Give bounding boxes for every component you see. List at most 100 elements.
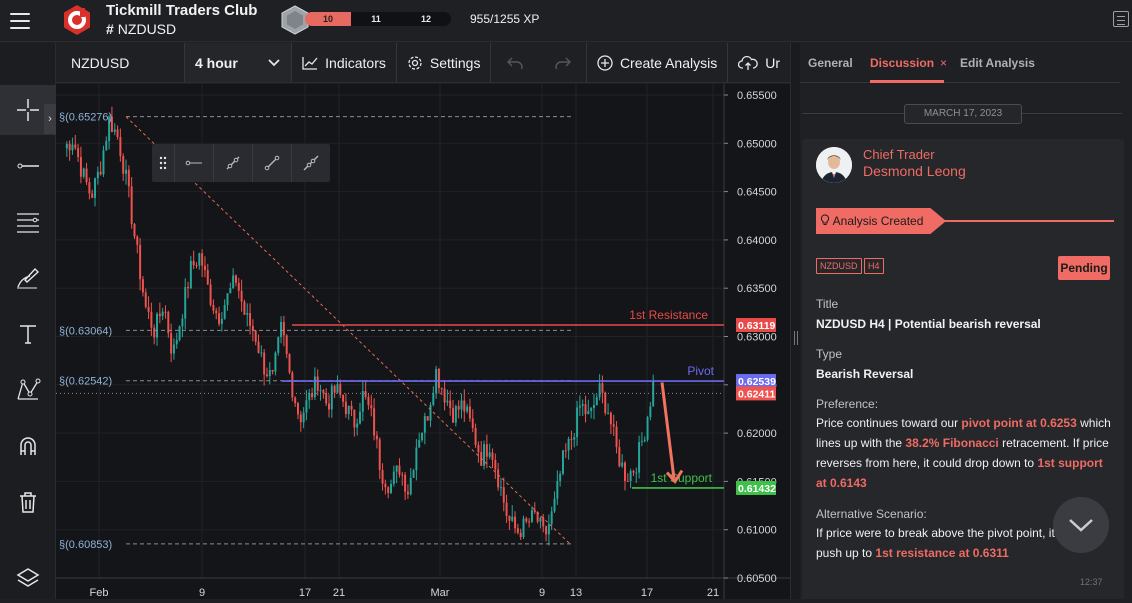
price-level-label: §(0.60853): [59, 539, 112, 551]
price-level-label: §(0.62542): [59, 376, 112, 388]
magnet-icon[interactable]: [0, 421, 56, 471]
candle-body: [178, 326, 181, 340]
candle-body: [607, 412, 610, 414]
candle-body: [468, 406, 471, 419]
candle-body: [609, 412, 612, 425]
candle-body: [395, 465, 398, 472]
trend-line-icon[interactable]: [213, 144, 252, 182]
xp-text: 955/1255 XP: [470, 12, 540, 26]
layers-icon[interactable]: [0, 553, 56, 603]
interval-label: 4 hour: [195, 54, 238, 71]
drag-handle-icon[interactable]: [152, 144, 174, 182]
candle-body: [116, 129, 119, 137]
candle-body: [125, 169, 128, 174]
tickmill-logo: [64, 5, 90, 35]
candle-body: [285, 335, 288, 355]
candle-body: [257, 341, 260, 353]
extended-line-icon[interactable]: [291, 144, 330, 182]
channel-name[interactable]: # NZDUSD: [106, 21, 176, 37]
candle-body: [260, 352, 263, 354]
text-tool-icon[interactable]: [0, 309, 56, 359]
candle-body: [364, 391, 367, 397]
candle-body: [598, 383, 601, 398]
candle-body: [446, 400, 449, 403]
candle-body: [203, 265, 206, 271]
candle-body: [592, 404, 595, 409]
indicators-button[interactable]: Indicators: [292, 43, 397, 82]
candle-body: [325, 392, 328, 404]
horizontal-line-icon[interactable]: [0, 141, 56, 191]
redo-button[interactable]: [539, 43, 587, 82]
pref-highlight-pivot: pivot point at 0.6253: [961, 416, 1077, 430]
candle-body: [294, 397, 297, 404]
create-analysis-button[interactable]: Create Analysis: [587, 43, 729, 82]
scroll-down-button[interactable]: [1053, 497, 1109, 553]
segment-line-icon[interactable]: [252, 144, 291, 182]
candle-body: [119, 136, 122, 156]
symbol-tag: NZDUSD: [816, 258, 862, 274]
avatar[interactable]: [816, 147, 852, 183]
symbol-selector[interactable]: NZDUSD: [56, 43, 185, 82]
candle-body: [375, 435, 378, 440]
panel-resize-handle[interactable]: [790, 43, 800, 599]
interval-dropdown[interactable]: 4 hour: [185, 43, 293, 82]
candle-body: [234, 275, 237, 283]
trash-icon[interactable]: [0, 477, 56, 527]
candle-body: [226, 293, 229, 305]
status-text: Analysis Created: [832, 214, 924, 228]
tab-edit-analysis[interactable]: Edit Analysis: [960, 56, 1035, 70]
symbol-label: NZDUSD: [71, 54, 130, 71]
tool-expander-arrow[interactable]: ›: [44, 104, 56, 134]
candle-body: [474, 428, 477, 445]
candle-body: [102, 150, 105, 175]
candle-body: [643, 439, 646, 442]
candle-body: [113, 129, 116, 132]
checklist-icon[interactable]: [1113, 11, 1129, 27]
candle-body: [449, 400, 452, 409]
tab-discussion[interactable]: Discussion ×: [870, 56, 947, 70]
candle-body: [390, 483, 392, 494]
candle-body: [184, 287, 187, 319]
pattern-icon[interactable]: [0, 365, 56, 415]
menu-icon[interactable]: [8, 10, 32, 32]
close-icon[interactable]: ×: [940, 56, 947, 70]
candle-body: [621, 462, 624, 467]
candle-body: [488, 452, 491, 457]
candle-body: [570, 438, 573, 440]
brush-icon[interactable]: [0, 253, 56, 303]
xp-progress-bar: 10 11 12: [305, 12, 451, 26]
candle-body: [423, 416, 426, 433]
lightbulb-icon: [820, 214, 830, 225]
candle-body: [573, 437, 576, 440]
projection-arrow-line: [660, 382, 676, 479]
author-name[interactable]: Desmond Leong: [863, 163, 966, 179]
candle-body: [198, 253, 201, 266]
candle-body: [429, 404, 432, 421]
undo-button[interactable]: [491, 43, 539, 82]
candle-body: [353, 409, 356, 428]
price-chart[interactable]: 0.65500 0.65000 0.64500 0.64000 0.63500 0.630…: [56, 84, 790, 599]
candle-body: [265, 374, 268, 377]
candle-body: [584, 404, 587, 415]
active-tab-indicator: [870, 80, 944, 83]
upload-button[interactable]: Ur: [728, 43, 790, 82]
candle-body: [477, 444, 480, 453]
candle-body: [494, 459, 497, 470]
price-level-label: §(0.65276): [59, 112, 112, 124]
candle-body: [246, 313, 249, 315]
ray-line-icon[interactable]: [174, 144, 213, 182]
fib-levels-icon[interactable]: [0, 197, 56, 247]
tab-general[interactable]: General: [808, 56, 853, 70]
candle-body: [91, 193, 94, 198]
x-tick-label: 13: [570, 587, 582, 599]
candle-body: [491, 452, 494, 460]
candle-body: [421, 432, 424, 441]
settings-button[interactable]: Settings: [397, 43, 492, 82]
candle-body: [94, 178, 96, 198]
y-tick-label: 0.62000: [737, 428, 777, 440]
price-tag-text: 0.62539: [738, 376, 776, 388]
candle-body: [361, 391, 364, 412]
upload-label: Ur: [765, 54, 780, 71]
candle-body: [141, 279, 144, 293]
candle-body: [232, 275, 235, 288]
